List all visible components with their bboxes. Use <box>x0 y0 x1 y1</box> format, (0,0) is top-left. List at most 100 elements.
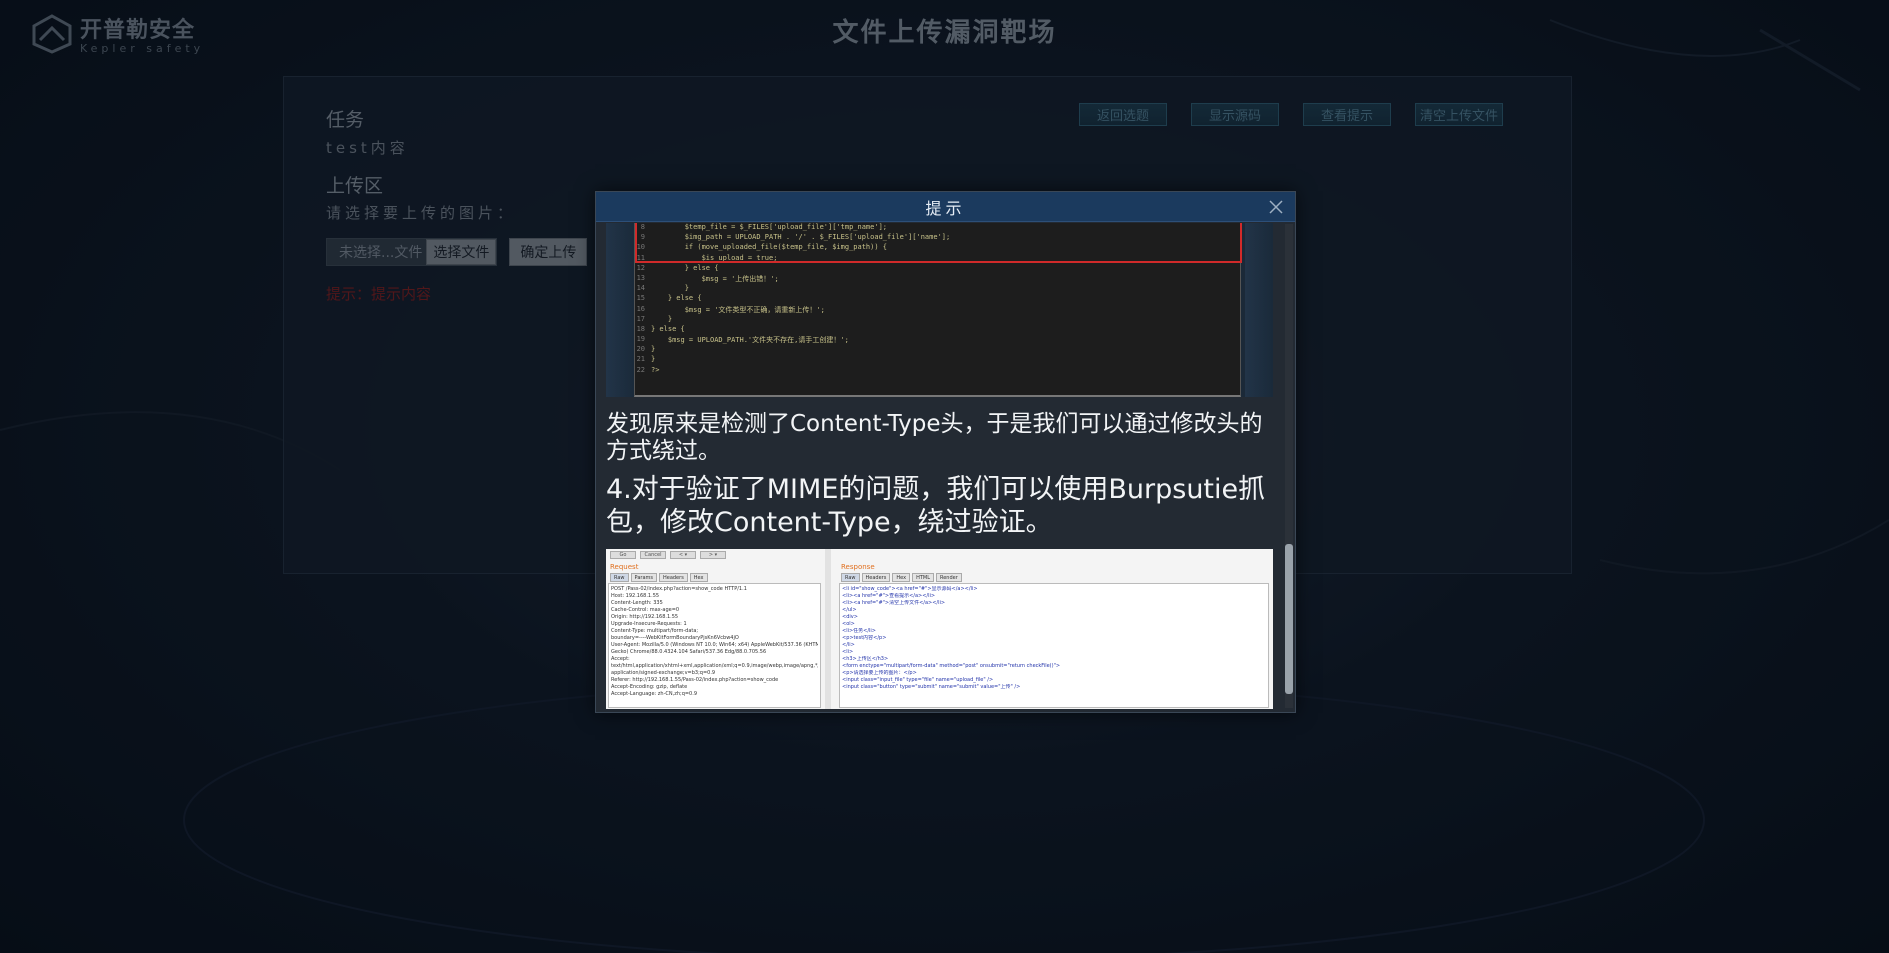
hint-paragraph-2: 4.对于验证了MIME的问题，我们可以使用Burpsutie抓包，修改Conte… <box>606 474 1266 538</box>
code-line-number: 21 <box>636 355 645 364</box>
code-line-number: 19 <box>636 335 645 344</box>
code-line: 22 ?> <box>635 366 1240 376</box>
code-line-number: 12 <box>636 263 645 272</box>
burp-tab: Hex <box>892 573 911 582</box>
code-line-text: $msg = UPLOAD_PATH.'文件夹不存在,请手工创建！'; <box>651 336 849 345</box>
code-screenshot-border-left <box>606 223 634 397</box>
code-line-text: ?> <box>651 365 660 374</box>
burp-text-line: Upgrade-Insecure-Requests: 1 <box>611 621 687 627</box>
burp-tab: Params <box>630 573 657 582</box>
burp-text-line: <p>test内容</p> <box>842 635 887 641</box>
burp-text-line: <div> <box>842 614 858 620</box>
burp-text-line: <li> <box>842 649 854 655</box>
burp-text-line: Accept: <box>611 656 630 662</box>
code-line-number: 14 <box>636 284 645 293</box>
burp-tab: HTML <box>912 573 934 582</box>
code-line-text: } else { <box>651 263 719 272</box>
burp-text-line: <form enctype="multipart/form-data" meth… <box>842 663 1061 669</box>
burp-text-line: Accept-Language: zh-CN,zh;q=0.9 <box>611 691 698 697</box>
code-line: 14 } <box>635 284 1240 294</box>
burp-text-line: </ul> <box>842 607 857 613</box>
hint-dialog: 提示 8 $temp_file = $_FILES['upload_file']… <box>595 191 1296 713</box>
burp-text-line: Origin: http://192.168.1.55 <box>611 614 679 620</box>
burp-text-line: POST /Pass-02/index.php?action=show_code… <box>611 586 747 592</box>
burp-response-text: <li id="show_code"><a href="#">显示源码</a><… <box>839 583 1269 708</box>
code-line-number: 20 <box>636 345 645 354</box>
burp-text-line: <li id="show_code"><a href="#">显示源码</a><… <box>842 586 978 592</box>
burp-text-line: Host: 192.168.1.55 <box>611 593 660 599</box>
burp-text-line: <li><a href="#">查看提示</a></li> <box>842 593 936 599</box>
dialog-scrollbar[interactable] <box>1285 224 1293 708</box>
code-listing: 8 $temp_file = $_FILES['upload_file']['t… <box>634 223 1242 397</box>
code-line-text: } else { <box>651 294 702 303</box>
scrollbar-thumb[interactable] <box>1285 544 1293 694</box>
code-line-number: 17 <box>636 314 645 323</box>
code-line-number: 16 <box>636 304 645 313</box>
burp-text-line: </li> <box>842 642 855 648</box>
code-line-number: 13 <box>636 273 645 282</box>
code-line-text: } <box>651 314 673 323</box>
code-line-text: } else { <box>651 324 685 333</box>
code-line: 17 } <box>635 315 1240 325</box>
burp-tab: Hex <box>689 573 708 582</box>
hint-paragraph-1: 发现原来是检测了Content-Type头，于是我们可以通过修改头的方式绕过。 <box>606 411 1263 464</box>
burp-text-line: <li><a href="#">清空上传文件</a></li> <box>842 600 946 606</box>
burp-text-line: boundary=----WebKitFormBoundaryPjsKn6Vcb… <box>611 635 739 641</box>
code-line: 13 $msg = '上传出错！'; <box>635 274 1240 284</box>
code-line: 20} <box>635 345 1240 355</box>
burp-text-line: Referer: http://192.168.1.55/Pass-02/ind… <box>611 677 779 683</box>
burp-screenshot: Go Cancel < ▾ > ▾ Request Raw Params Headers H… <box>606 549 1273 709</box>
burp-text-line: Content-Length: 335 <box>611 600 663 606</box>
burp-text-line: text/html,application/xhtml+xml,applicat… <box>611 663 818 669</box>
code-line: 19 $msg = UPLOAD_PATH.'文件夹不存在,请手工创建！'; <box>635 335 1240 345</box>
code-line-text: $msg = '上传出错！'; <box>651 274 779 283</box>
burp-text-line: <h3>上传区</h3> <box>842 656 889 662</box>
code-line: 16 $msg = '文件类型不正确，请重新上传！'; <box>635 305 1240 315</box>
burp-toolbar: Go Cancel < ▾ > ▾ <box>606 549 825 561</box>
burp-tab: Headers <box>861 573 891 582</box>
burp-text-line: User-Agent: Mozilla/5.0 (Windows NT 10.0… <box>611 642 818 648</box>
burp-response-tabs: Raw Headers Hex HTML Render <box>837 573 1273 582</box>
code-line: 21} <box>635 355 1240 365</box>
close-icon[interactable] <box>1267 198 1285 216</box>
dialog-header: 提示 <box>596 192 1295 222</box>
burp-toolbar-button: > ▾ <box>700 551 726 559</box>
burp-tab: Raw <box>841 573 860 582</box>
burp-text-line: Gecko) Chrome/88.0.4324.104 Safari/537.3… <box>611 649 767 655</box>
burp-text-line: application/signed-exchange;v=b3;q=0.9 <box>611 670 716 676</box>
code-line-number: 15 <box>636 294 645 303</box>
code-screenshot: 8 $temp_file = $_FILES['upload_file']['t… <box>606 223 1273 397</box>
burp-text-line: Accept-Encoding: gzip, deflate <box>611 684 688 690</box>
code-line-text: } <box>651 355 656 364</box>
burp-text-line: <input class="button" type="submit" name… <box>842 684 1021 690</box>
dialog-body: 8 $temp_file = $_FILES['upload_file']['t… <box>596 223 1283 712</box>
burp-text-line: Content-Type: multipart/form-data; <box>611 628 699 634</box>
code-line-text: $msg = '文件类型不正确，请重新上传！'; <box>651 305 825 314</box>
burp-text-line: <p>请选择要上传的图片：</p> <box>842 670 917 676</box>
burp-text-line: Cache-Control: max-age=0 <box>611 607 680 613</box>
burp-request-pane: Go Cancel < ▾ > ▾ Request Raw Params Headers H… <box>606 549 831 709</box>
dialog-title: 提示 <box>925 198 966 218</box>
code-line: 12 } else { <box>635 264 1240 274</box>
burp-request-label: Request <box>610 563 639 571</box>
burp-toolbar-button: Go <box>610 551 636 559</box>
code-highlight-box <box>635 223 1242 263</box>
burp-text-line: <ol> <box>842 621 855 627</box>
burp-text-line: <li>任务</li> <box>842 628 876 634</box>
code-line-text: } <box>651 345 656 354</box>
burp-toolbar-button: < ▾ <box>670 551 696 559</box>
code-line-number: 18 <box>636 324 645 333</box>
burp-tab: Render <box>935 573 962 582</box>
burp-tab: Raw <box>610 573 629 582</box>
burp-toolbar-button: Cancel <box>640 551 666 559</box>
code-screenshot-border-right <box>1245 223 1273 397</box>
code-line-number: 22 <box>636 365 645 374</box>
burp-text-line: <input class="input_file" type="file" na… <box>842 677 994 683</box>
code-line-text: } <box>651 284 689 293</box>
code-line: 15 } else { <box>635 294 1240 304</box>
burp-response-pane: Response Raw Headers Hex HTML Render <li id=… <box>837 549 1273 709</box>
burp-request-tabs: Raw Params Headers Hex <box>606 573 825 582</box>
burp-request-text: POST /Pass-02/index.php?action=show_code… <box>608 583 821 708</box>
code-line: 18 } else { <box>635 325 1240 335</box>
burp-tab: Headers <box>658 573 688 582</box>
